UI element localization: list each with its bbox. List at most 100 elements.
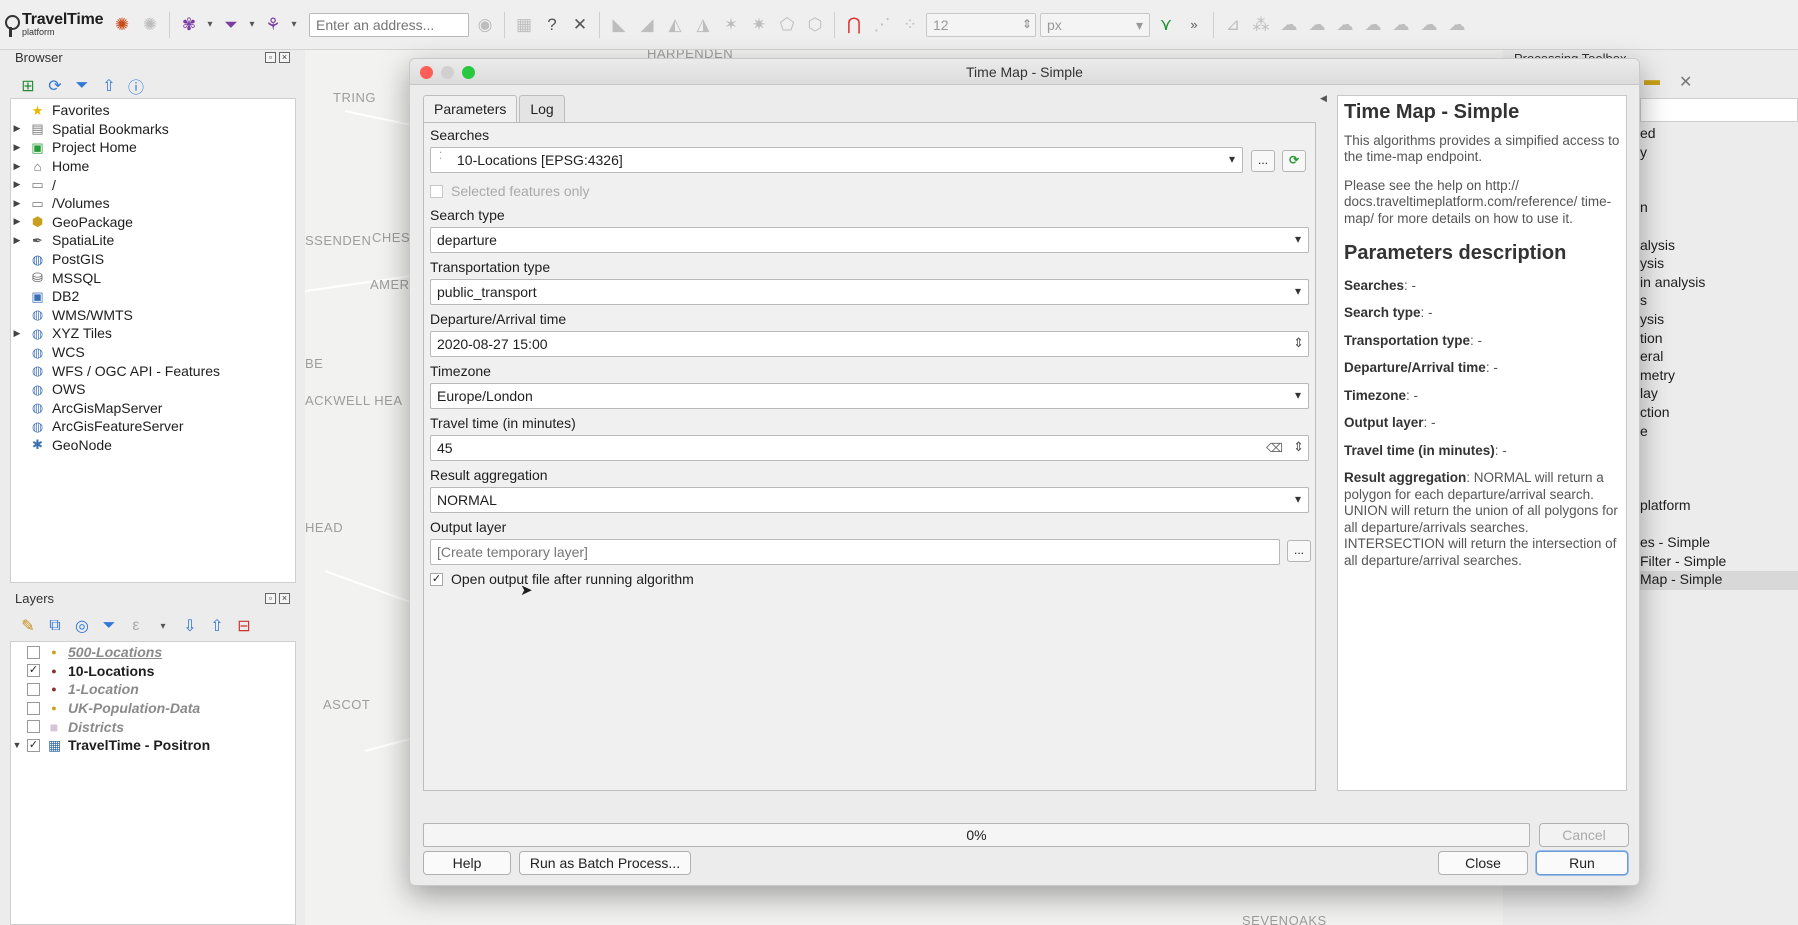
browser-item[interactable]: ▶ ▤ Spatial Bookmarks xyxy=(11,120,295,139)
searches-browse-button[interactable]: ... xyxy=(1251,150,1275,172)
settings-grey-cog-icon[interactable]: ✺ xyxy=(138,13,162,37)
expand-arrow-icon[interactable]: ▶ xyxy=(11,216,23,227)
digitize-icon-7[interactable]: ⬠ xyxy=(775,13,799,37)
geocode-pin-icon[interactable]: ◉ xyxy=(473,13,497,37)
tab-log[interactable]: Log xyxy=(519,95,565,123)
browser-item[interactable]: ◍ PostGIS xyxy=(11,250,295,269)
layer-visibility-checkbox[interactable] xyxy=(27,720,40,734)
layer-visibility-checkbox[interactable] xyxy=(27,645,40,659)
run-button[interactable]: Run xyxy=(1536,851,1628,875)
travel-time-input[interactable]: 45 xyxy=(430,435,1309,461)
style-brush-icon[interactable]: ✎ xyxy=(19,616,37,636)
expand-arrow-icon[interactable]: ▶ xyxy=(11,328,23,339)
advanced-digitize-icon-9[interactable]: ☁ xyxy=(1445,13,1469,37)
tab-parameters[interactable]: Parameters xyxy=(423,95,518,123)
browser-item[interactable]: ✱ GeoNode xyxy=(11,436,295,455)
add-layer-icon[interactable]: ⊞ xyxy=(19,76,37,96)
plugin-tool-icon[interactable]: ✾ xyxy=(177,13,201,37)
browser-item[interactable]: ▶ ▣ Project Home xyxy=(11,138,295,157)
advanced-digitize-icon-2[interactable]: ⁂ xyxy=(1249,13,1273,37)
expand-arrow-icon[interactable]: ▶ xyxy=(11,198,23,209)
browser-item[interactable]: ▶ ▭ / xyxy=(11,175,295,194)
settings-cog-icon[interactable]: ✺ xyxy=(110,13,134,37)
digitize-icon-4[interactable]: ◮ xyxy=(691,13,715,37)
snap-units-select[interactable]: px xyxy=(1040,12,1150,37)
digitize-icon-3[interactable]: ◭ xyxy=(663,13,687,37)
browser-item[interactable]: ★ Favorites xyxy=(11,101,295,120)
advanced-digitize-icon-6[interactable]: ☁ xyxy=(1361,13,1385,37)
transport-type-select[interactable]: public_transport xyxy=(430,279,1309,305)
dropdown-arrow-icon[interactable]: ▾ xyxy=(205,13,215,37)
browser-item[interactable]: ⛁ MSSQL xyxy=(11,268,295,287)
departure-time-input[interactable]: 2020-08-27 15:00 xyxy=(430,331,1309,357)
expression-filter-icon[interactable]: ε xyxy=(127,617,145,635)
help-query-icon[interactable]: ? xyxy=(540,13,564,37)
layer-visibility-checkbox[interactable] xyxy=(27,701,40,715)
digitize-icon-8[interactable]: ⬡ xyxy=(803,13,827,37)
browser-item[interactable]: ◍ OWS xyxy=(11,380,295,399)
layer-visibility-checkbox[interactable]: ✓ xyxy=(27,664,40,678)
browser-item[interactable]: ▶ ▭ /Volumes xyxy=(11,194,295,213)
layer-visibility-checkbox[interactable]: ✓ xyxy=(27,738,40,752)
snap-segment-icon[interactable]: ⁘ xyxy=(898,13,922,37)
expand-arrow-icon[interactable]: ▶ xyxy=(11,161,23,172)
advanced-digitize-icon-3[interactable]: ☁ xyxy=(1277,13,1301,37)
output-browse-button[interactable]: ... xyxy=(1287,540,1311,562)
snap-tolerance-spinbox[interactable]: 12 xyxy=(926,12,1036,37)
snap-vertex-icon[interactable]: ⋰ xyxy=(870,13,894,37)
layer-item[interactable]: ■ Districts xyxy=(11,717,295,736)
aggregation-select[interactable]: NORMAL xyxy=(430,487,1309,513)
filter-legend-icon[interactable]: ⏷ xyxy=(100,617,118,635)
help-button[interactable]: Help xyxy=(423,851,511,875)
filter-tool-icon[interactable]: ⏷ xyxy=(219,13,243,37)
layer-item[interactable]: ▼ ✓ ▦ TravelTime - Positron xyxy=(11,736,295,755)
address-search-input[interactable] xyxy=(309,12,469,37)
run-as-batch-button[interactable]: Run as Batch Process... xyxy=(519,851,691,875)
snapping-magnet-icon[interactable]: ⋂ xyxy=(842,13,866,37)
tracing-icon[interactable]: ⋎ xyxy=(1154,13,1178,37)
add-group-icon[interactable]: ⧉ xyxy=(46,617,64,635)
tools-wrench-icon[interactable]: ✕ xyxy=(568,13,592,37)
layer-visibility-checkbox[interactable] xyxy=(27,682,40,696)
collapse-arrow-icon[interactable]: ▼ xyxy=(11,740,23,750)
dropdown-arrow-icon[interactable]: ▾ xyxy=(247,13,257,37)
advanced-digitize-icon-1[interactable]: ⊿ xyxy=(1221,13,1245,37)
browser-item[interactable]: ▣ DB2 xyxy=(11,287,295,306)
route-tool-icon[interactable]: ⚘ xyxy=(261,13,285,37)
browser-item[interactable]: ◍ WFS / OGC API - Features xyxy=(11,361,295,380)
close-panel-icon[interactable]: × xyxy=(279,593,290,604)
expand-arrow-icon[interactable]: ▶ xyxy=(11,142,23,153)
layer-item[interactable]: ● 1-Location xyxy=(11,680,295,699)
browser-item[interactable]: ▶ ⬢ GeoPackage xyxy=(11,213,295,232)
float-panel-icon[interactable]: ▫ xyxy=(265,52,276,63)
iterate-features-icon[interactable]: ⟳ xyxy=(1282,150,1306,172)
info-icon[interactable]: ⓘ xyxy=(127,74,145,98)
browser-item[interactable]: ◍ ArcGisMapServer xyxy=(11,399,295,418)
layer-item[interactable]: ✓ ● 10-Locations xyxy=(11,662,295,681)
minimize-window-icon[interactable] xyxy=(441,66,454,79)
browser-item[interactable]: ▶ ✒ SpatiaLite xyxy=(11,231,295,250)
cancel-button[interactable]: Cancel xyxy=(1539,823,1629,847)
remove-layer-icon[interactable]: ⊟ xyxy=(235,616,253,636)
advanced-digitize-icon-8[interactable]: ☁ xyxy=(1417,13,1441,37)
layer-item[interactable]: ● 500-Locations xyxy=(11,643,295,662)
search-type-select[interactable]: departure xyxy=(430,227,1309,253)
open-output-checkbox[interactable]: ✓ Open output file after running algorit… xyxy=(430,569,1309,589)
grid-tool-icon[interactable]: ▦ xyxy=(512,13,536,37)
close-button[interactable]: Close xyxy=(1438,851,1528,875)
digitize-icon-1[interactable]: ◣ xyxy=(607,13,631,37)
visibility-eye-icon[interactable]: ◎ xyxy=(73,616,91,636)
dropdown-arrow-icon[interactable]: ▾ xyxy=(289,13,299,37)
searches-select[interactable]: ⁚ 10-Locations [EPSG:4326] xyxy=(430,147,1243,173)
advanced-digitize-icon-5[interactable]: ☁ xyxy=(1333,13,1357,37)
collapse-help-icon[interactable]: ◀ xyxy=(1320,93,1327,104)
maximize-window-icon[interactable] xyxy=(462,66,475,79)
browser-item[interactable]: ◍ WMS/WMTS xyxy=(11,306,295,325)
digitize-icon-5[interactable]: ✶ xyxy=(719,13,743,37)
expand-arrow-icon[interactable]: ▶ xyxy=(11,123,23,134)
expand-arrow-icon[interactable]: ▶ xyxy=(11,235,23,246)
close-panel-icon[interactable]: × xyxy=(279,52,290,63)
collapse-all-icon[interactable]: ⇧ xyxy=(100,76,118,96)
timezone-select[interactable]: Europe/London xyxy=(430,383,1309,409)
expand-all-icon[interactable]: ⇩ xyxy=(181,616,199,636)
